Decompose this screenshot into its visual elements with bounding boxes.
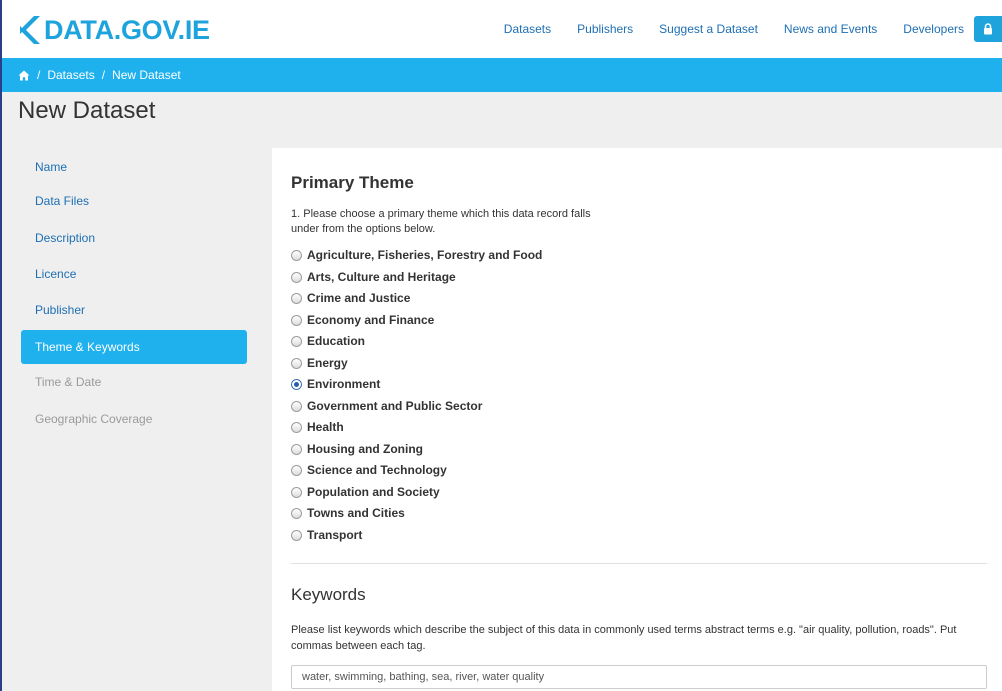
nav-developers[interactable]: Developers xyxy=(903,22,964,36)
sidebar-item-theme-keywords[interactable]: Theme & Keywords xyxy=(21,330,247,364)
theme-option-education[interactable]: Education xyxy=(291,332,365,350)
main-nav: Datasets Publishers Suggest a Dataset Ne… xyxy=(478,0,1002,58)
primary-theme-instructions: 1. Please choose a primary theme which t… xyxy=(291,208,591,235)
option-label: Government and Public Sector xyxy=(307,399,483,413)
radio-button[interactable] xyxy=(291,271,302,283)
nav-publishers[interactable]: Publishers xyxy=(577,22,633,36)
sidebar-item-licence[interactable]: Licence xyxy=(21,257,247,291)
nav-datasets[interactable]: Datasets xyxy=(504,22,551,36)
sidebar-item-time-date: Time & Date xyxy=(35,375,102,389)
theme-option-agriculture[interactable]: Agriculture, Fisheries, Forestry and Foo… xyxy=(291,246,542,264)
keywords-heading: Keywords xyxy=(291,585,366,604)
theme-option-towns[interactable]: Towns and Cities xyxy=(291,504,405,522)
sidebar-item-publisher[interactable]: Publisher xyxy=(21,293,247,327)
radio-button[interactable] xyxy=(291,486,302,498)
option-label: Population and Society xyxy=(307,485,440,499)
primary-theme-heading: Primary Theme xyxy=(291,173,414,192)
option-label: Education xyxy=(307,334,366,348)
sidebar-item-geographic-coverage: Geographic Coverage xyxy=(35,412,153,426)
theme-option-health[interactable]: Health xyxy=(291,418,344,436)
radio-button[interactable] xyxy=(291,249,302,261)
nav-suggest-dataset[interactable]: Suggest a Dataset xyxy=(659,22,758,36)
theme-option-environment[interactable]: Environment xyxy=(291,375,380,393)
breadcrumb-separator: / xyxy=(101,68,106,82)
radio-button[interactable] xyxy=(291,507,302,519)
top-header: DATA.GOV.IE Datasets Publishers Suggest … xyxy=(2,0,1002,58)
theme-option-population[interactable]: Population and Society xyxy=(291,483,440,501)
theme-option-energy[interactable]: Energy xyxy=(291,354,348,372)
radio-button[interactable] xyxy=(291,464,302,476)
radio-button-checked[interactable] xyxy=(291,378,302,390)
theme-option-arts[interactable]: Arts, Culture and Heritage xyxy=(291,268,456,286)
option-label: Energy xyxy=(307,356,348,370)
radio-button[interactable] xyxy=(291,314,302,326)
app-frame: DATA.GOV.IE Datasets Publishers Suggest … xyxy=(0,0,1002,691)
lock-icon xyxy=(984,23,992,35)
theme-option-transport[interactable]: Transport xyxy=(291,526,362,544)
theme-option-government[interactable]: Government and Public Sector xyxy=(291,397,482,415)
section-divider xyxy=(291,563,987,564)
option-label: Towns and Cities xyxy=(307,506,405,520)
option-label: Science and Technology xyxy=(307,463,447,477)
sidebar-item-data-files[interactable]: Data Files xyxy=(21,184,247,218)
title-band: New Dataset xyxy=(2,92,1002,148)
radio-button[interactable] xyxy=(291,292,302,304)
page-title: New Dataset xyxy=(18,97,156,124)
sidebar-item-name[interactable]: Name xyxy=(21,150,247,184)
option-label: Agriculture, Fisheries, Forestry and Foo… xyxy=(307,248,543,262)
login-button[interactable] xyxy=(974,16,1002,42)
radio-button[interactable] xyxy=(291,421,302,433)
radio-button[interactable] xyxy=(291,443,302,455)
theme-option-economy[interactable]: Economy and Finance xyxy=(291,311,434,329)
breadcrumb-separator: / xyxy=(37,68,41,82)
option-label: Crime and Justice xyxy=(307,291,411,305)
home-icon[interactable] xyxy=(18,70,30,81)
logo-text: DATA.GOV.IE xyxy=(44,14,210,45)
logo-chevron-icon xyxy=(18,14,40,46)
breadcrumb-new-dataset: New Dataset xyxy=(112,68,181,82)
radio-button[interactable] xyxy=(291,400,302,412)
sidebar-item-description[interactable]: Description xyxy=(21,221,247,255)
site-logo[interactable]: DATA.GOV.IE xyxy=(18,14,210,46)
option-label: Arts, Culture and Heritage xyxy=(307,270,456,284)
breadcrumb: / Datasets / New Dataset xyxy=(2,58,1002,92)
option-label: Housing and Zoning xyxy=(307,442,423,456)
nav-news-events[interactable]: News and Events xyxy=(784,22,877,36)
keywords-input[interactable] xyxy=(291,665,987,689)
option-label: Health xyxy=(307,420,344,434)
option-label: Transport xyxy=(307,528,363,542)
radio-button[interactable] xyxy=(291,529,302,541)
theme-option-crime[interactable]: Crime and Justice xyxy=(291,289,410,307)
option-label: Economy and Finance xyxy=(307,313,435,327)
keywords-help-text: Please list keywords which describe the … xyxy=(291,624,957,652)
option-label: Environment xyxy=(307,377,381,391)
step-sidebar: Name Data Files Description Licence Publ… xyxy=(2,148,272,691)
theme-option-science[interactable]: Science and Technology xyxy=(291,461,447,479)
radio-button[interactable] xyxy=(291,357,302,369)
breadcrumb-datasets[interactable]: Datasets xyxy=(47,68,94,82)
form-panel: Primary Theme 1. Please choose a primary… xyxy=(272,148,1002,691)
theme-option-housing[interactable]: Housing and Zoning xyxy=(291,440,423,458)
radio-button[interactable] xyxy=(291,335,302,347)
